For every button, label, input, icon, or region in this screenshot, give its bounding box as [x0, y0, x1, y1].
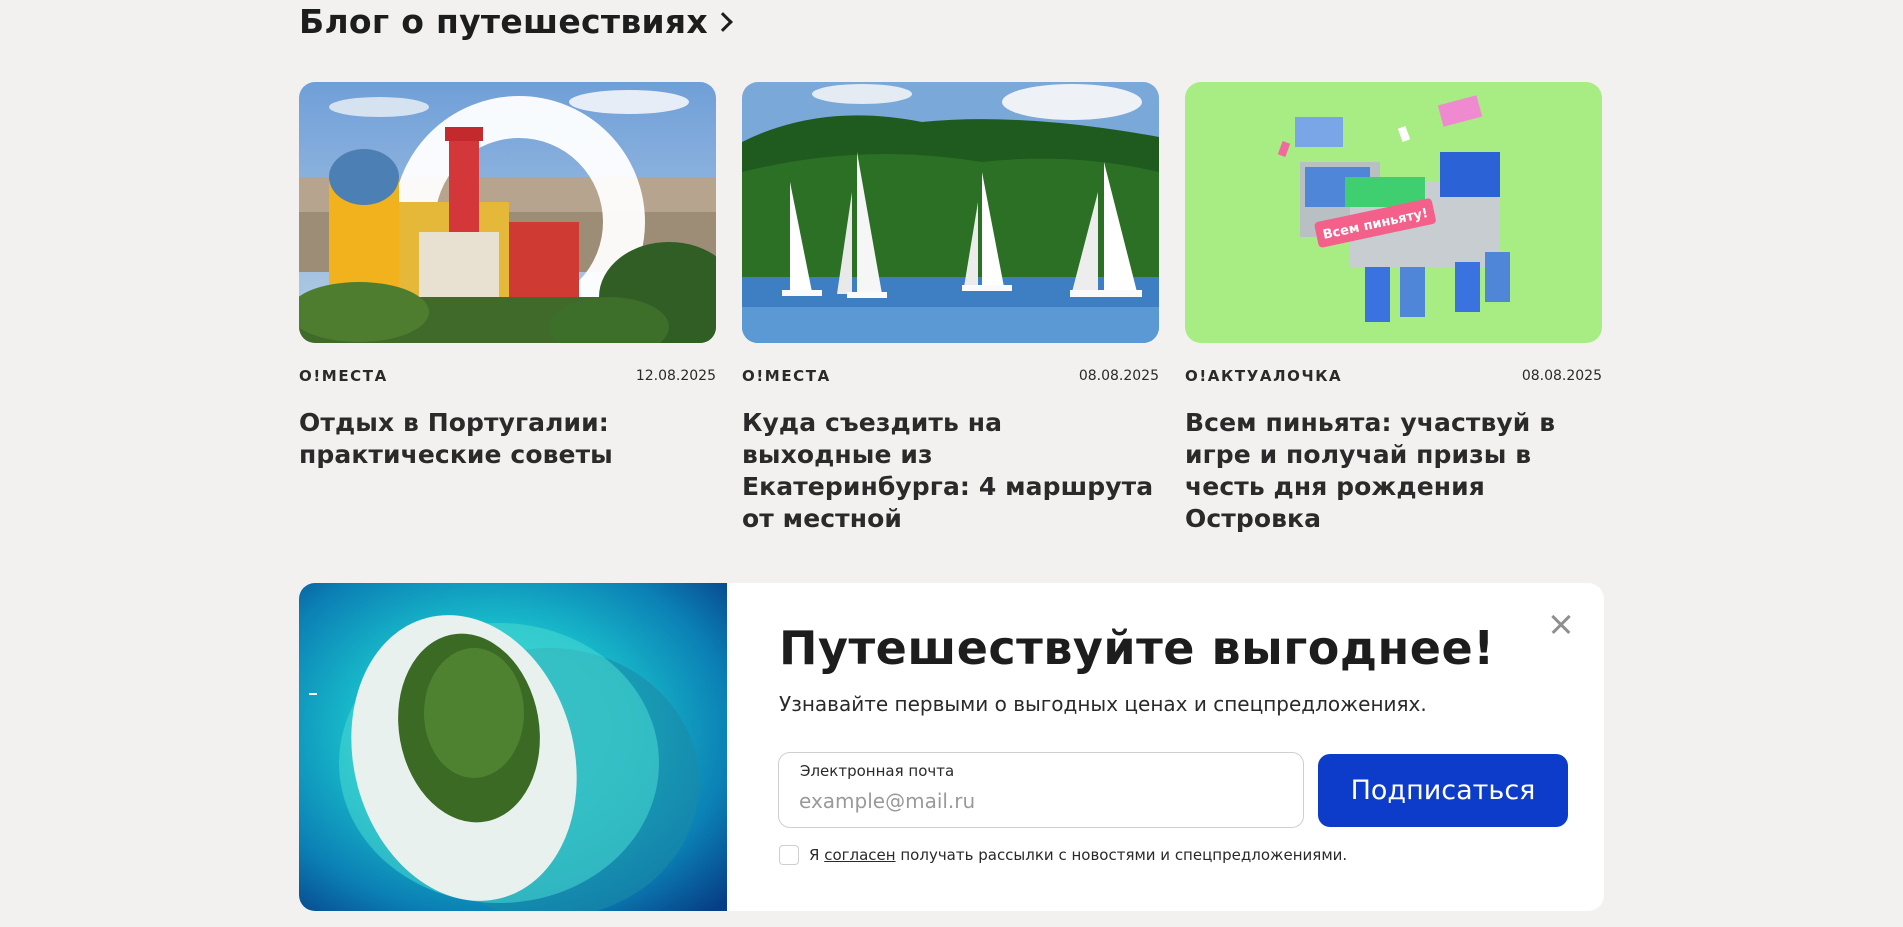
consent-prefix: Я — [809, 846, 820, 864]
consent-link[interactable]: согласен — [824, 846, 895, 864]
blog-cards: O!МЕСТА 12.08.2025 Отдых в Португалии: п… — [299, 82, 1604, 535]
card-date: 12.08.2025 — [635, 368, 716, 384]
card-date: 08.08.2025 — [1521, 368, 1602, 384]
blog-section-link[interactable]: Блог о путешествиях — [299, 0, 733, 42]
card-image-pinata: Всем пиньяту! — [1185, 82, 1602, 343]
card-date: 08.08.2025 — [1078, 368, 1159, 384]
card-meta: O!МЕСТА 12.08.2025 — [299, 367, 716, 385]
card-category: O!МЕСТА — [742, 367, 831, 385]
card-title[interactable]: Всем пиньята: участвуй в игре и получай … — [1185, 407, 1602, 535]
subscribe-button[interactable]: Подписаться — [1318, 754, 1568, 827]
blog-section-title: Блог о путешествиях — [299, 1, 708, 41]
consent-text: Я согласен получать рассылки с новостями… — [809, 846, 1347, 864]
banner-image-island — [299, 583, 727, 911]
close-icon[interactable] — [1546, 609, 1576, 639]
card-category: O!АКТУАЛОЧКА — [1185, 367, 1343, 385]
email-input[interactable] — [799, 786, 1279, 816]
banner-title: Путешествуйте выгоднее! — [779, 621, 1495, 675]
card-meta: O!АКТУАЛОЧКА 08.08.2025 — [1185, 367, 1602, 385]
email-field-label: Электронная почта — [800, 762, 955, 780]
blog-card-portugal[interactable]: O!МЕСТА 12.08.2025 Отдых в Португалии: п… — [299, 82, 716, 535]
banner-subtitle: Узнавайте первыми о выгодных ценах и спе… — [779, 692, 1427, 716]
blog-card-ekaterinburg[interactable]: O!МЕСТА 08.08.2025 Куда съездить на выхо… — [742, 82, 1159, 535]
card-category: O!МЕСТА — [299, 367, 388, 385]
consent-suffix: получать рассылки с новостями и спецпред… — [900, 846, 1348, 864]
card-image-pena-palace — [299, 82, 716, 343]
subscribe-banner: Путешествуйте выгоднее! Узнавайте первым… — [299, 583, 1604, 911]
card-title[interactable]: Отдых в Португалии: практические советы — [299, 407, 716, 471]
consent-row: Я согласен получать рассылки с новостями… — [779, 845, 1347, 865]
consent-checkbox[interactable] — [779, 845, 799, 865]
email-field[interactable]: Электронная почта — [778, 752, 1304, 828]
card-image-sailboats — [742, 82, 1159, 343]
card-title[interactable]: Куда съездить на выходные из Екатеринбур… — [742, 407, 1159, 535]
blog-card-pinata[interactable]: Всем пиньяту! O!АКТУАЛОЧКА 08.08.2025 Вс… — [1185, 82, 1602, 535]
card-meta: O!МЕСТА 08.08.2025 — [742, 367, 1159, 385]
chevron-right-icon — [713, 12, 733, 32]
